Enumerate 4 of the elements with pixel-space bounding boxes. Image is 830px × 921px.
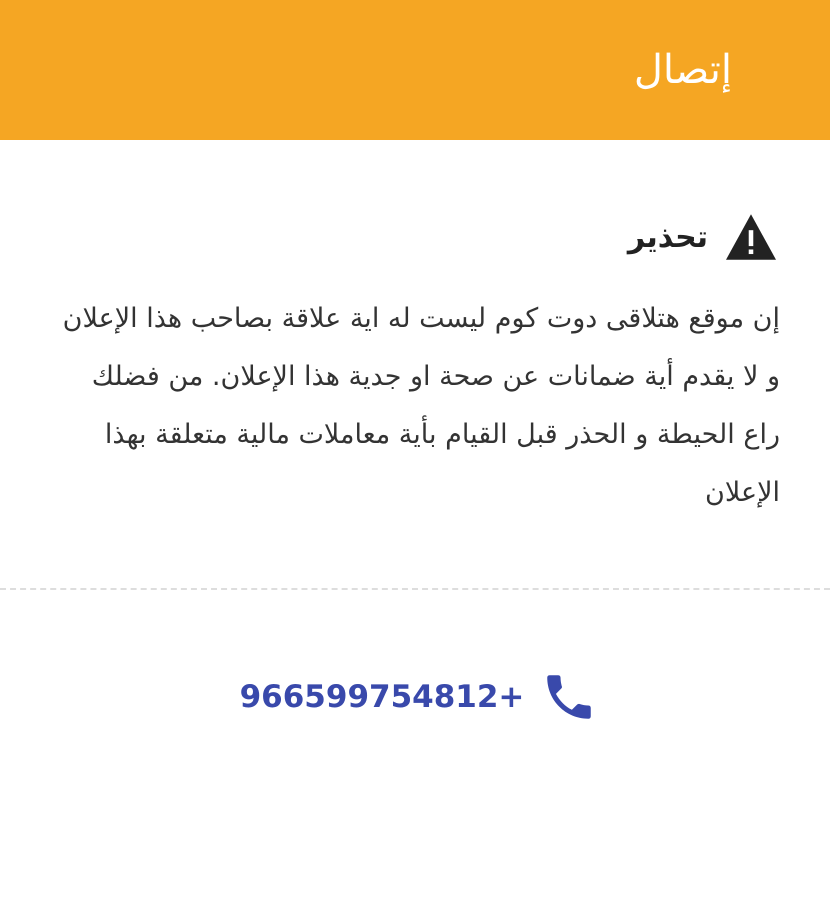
warning-message: إن موقع هتلاقى دوت كوم ليست له اية علاقة بصاحب هذا الإعلان و لا يقدم أية ضمانات عن صحة او جدية هذا الإعلان. من فضلك راع الحيطة و الحذر قبل القيام بأية معاملات مالية متعلقة بهذا الإعلان [62,302,780,510]
warning-title: تحذير [628,220,708,254]
phone-link[interactable]: 966599754812+ [240,679,524,715]
header-title: إتصال [634,47,732,93]
